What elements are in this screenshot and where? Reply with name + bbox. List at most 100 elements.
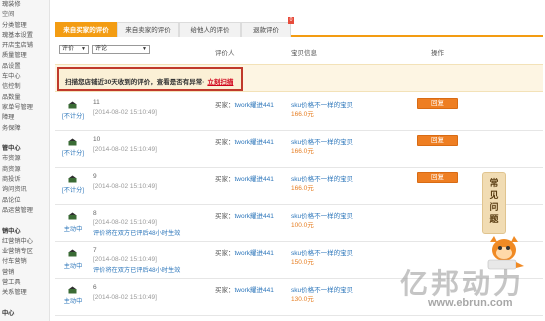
sidebar-item[interactable]: 关系管理 xyxy=(0,288,49,298)
sidebar-section-heading: 管中心 xyxy=(2,145,21,153)
buyer-name-link[interactable]: twork耀进441 xyxy=(235,139,274,146)
sidebar-item[interactable]: 市资源 xyxy=(0,154,49,164)
item-price: 130.0元 xyxy=(291,296,314,303)
sidebar-item[interactable]: 务保障 xyxy=(0,124,49,134)
rating-icon xyxy=(68,249,77,257)
rating-status: [不计分] xyxy=(61,113,84,120)
column-header-item: 宝贝信息 xyxy=(291,50,317,57)
sidebar-item[interactable]: 质量管理 xyxy=(0,51,49,61)
review-content: 6 xyxy=(93,284,97,291)
table-row: 主动中 8 [2014-08-02 15:10:49] 评价将在双方已评后48小时生效… xyxy=(55,207,543,242)
review-content: 7 xyxy=(93,247,97,254)
sidebar-item[interactable]: 信控制 xyxy=(0,82,49,92)
buyer-info: 买家：twork耀进441 xyxy=(215,284,274,294)
rating-status: [不计分] xyxy=(61,187,84,194)
sidebar-item[interactable]: 瑰基本设置 xyxy=(0,31,49,41)
scan-now-link[interactable]: 立刻扫描 xyxy=(207,79,233,86)
sidebar-item[interactable]: 业营销专区 xyxy=(0,247,49,257)
notice-message: 扫描您店铺近30天收到的评价，查看是否有异常· xyxy=(65,79,205,86)
effective-notice: 评价将在双方已评后48小时生效 xyxy=(93,230,181,237)
rating-icon xyxy=(68,138,77,146)
effective-notice: 评价将在双方已评后48小时生效 xyxy=(93,267,181,274)
comment-filter-select[interactable]: 评论 ▼ xyxy=(92,45,150,54)
sidebar-item[interactable] xyxy=(0,216,49,226)
buyer-info: 买家：twork耀进441 xyxy=(215,136,274,146)
item-price: 166.0元 xyxy=(291,148,314,155)
notice-text: 扫描您店铺近30天收到的评价，查看是否有异常· 立刻扫描 xyxy=(65,76,233,86)
left-sidebar: 瑰装修 空间 分类管理 瑰基本设置 开店宝店铺 质量管理 品设置 车中心 信控制 品数量 家单号管理… xyxy=(0,0,50,321)
chevron-down-icon: ▼ xyxy=(81,46,86,52)
tab-from-sellers[interactable]: 来自卖家的评价 xyxy=(117,22,179,37)
rating-status: 主动中 xyxy=(63,263,83,270)
sidebar-item[interactable]: 品数量 xyxy=(0,93,49,103)
tab-label: 来自卖家的评价 xyxy=(125,27,171,34)
review-content: 8 xyxy=(93,210,97,217)
sidebar-item[interactable]: 营工具 xyxy=(0,278,49,288)
buyer-info: 买家：twork耀进441 xyxy=(215,173,274,183)
sidebar-item[interactable]: 询问资讯 xyxy=(0,185,49,195)
sidebar-item[interactable]: 营销 xyxy=(0,268,49,278)
sidebar-item[interactable]: 分类管理 xyxy=(0,21,49,31)
reply-button[interactable]: 回复 xyxy=(417,98,458,109)
review-date: [2014-08-02 15:10:49] xyxy=(93,256,157,263)
buyer-name-link[interactable]: twork耀进441 xyxy=(235,213,274,220)
tab-given-to-others[interactable]: 给他人的评价 xyxy=(179,22,241,37)
buyer-info: 买家：twork耀进441 xyxy=(215,210,274,220)
sidebar-item[interactable]: 商投诉 xyxy=(0,175,49,185)
select-value: 评论 xyxy=(95,46,108,52)
sidebar-item[interactable]: 商资源 xyxy=(0,165,49,175)
tab-from-buyers[interactable]: 来自买家的评价 xyxy=(55,22,117,37)
reply-button[interactable]: 回复 xyxy=(417,172,458,183)
watermark-logo: 亿邦动力 xyxy=(400,268,525,299)
select-value: 评价 xyxy=(62,46,75,52)
rating-icon xyxy=(68,212,77,220)
sidebar-section-heading: 销中心 xyxy=(2,227,21,235)
review-content: 9 xyxy=(93,173,97,180)
sidebar-item[interactable] xyxy=(0,299,49,309)
sidebar-item[interactable]: 瑰装修 xyxy=(0,0,49,10)
sidebar-item[interactable]: 家单号管理 xyxy=(0,103,49,113)
buyer-label: 买家： xyxy=(215,139,235,146)
item-price: 150.0元 xyxy=(291,259,314,266)
sidebar-item[interactable]: 障理 xyxy=(0,113,49,123)
buyer-info: 买家：twork耀进441 xyxy=(215,99,274,109)
sidebar-item[interactable]: 空间 xyxy=(0,10,49,20)
faq-label: 常见问题 xyxy=(489,178,499,224)
buyer-label: 买家： xyxy=(215,250,235,257)
table-row: [不计分] 9 [2014-08-02 15:10:49] 买家：twork耀进441… xyxy=(55,170,543,205)
rating-status: 主动中 xyxy=(63,298,83,305)
tab-label: 给他人的评价 xyxy=(190,27,230,34)
review-date: [2014-08-02 15:10:49] xyxy=(93,183,157,190)
item-price: 100.0元 xyxy=(291,222,314,229)
rating-status: [不计分] xyxy=(61,150,84,157)
sidebar-item[interactable]: 品论位 xyxy=(0,196,49,206)
table-row: [不计分] 10 [2014-08-02 15:10:49] 买家：twork耀进44… xyxy=(55,133,543,168)
sidebar-item[interactable]: 品运营管理 xyxy=(0,206,49,216)
sidebar-item[interactable] xyxy=(0,134,49,144)
faq-float-button[interactable]: 常见问题 xyxy=(482,172,506,234)
tab-refund-reviews[interactable]: 退款评价 0 xyxy=(241,17,294,37)
buyer-name-link[interactable]: twork耀进441 xyxy=(235,102,274,109)
review-date: [2014-08-02 15:10:49] xyxy=(93,294,157,301)
buyer-name-link[interactable]: twork耀进441 xyxy=(235,250,274,257)
sidebar-item[interactable]: 付车营销 xyxy=(0,257,49,267)
buyer-label: 买家： xyxy=(215,213,235,220)
count-badge: 0 xyxy=(288,17,294,24)
review-content: 11 xyxy=(93,99,100,106)
highlight-box: 扫描您店铺近30天收到的评价，查看是否有异常· 立刻扫描 xyxy=(57,67,243,91)
sidebar-item[interactable]: 红营销中心 xyxy=(0,237,49,247)
buyer-name-link[interactable]: twork耀进441 xyxy=(235,176,274,183)
watermark-url: www.ebrun.com xyxy=(428,297,513,309)
sidebar-item[interactable]: 品设置 xyxy=(0,62,49,72)
scan-notice-bar: 扫描您店铺近30天收到的评价，查看是否有异常· 立刻扫描 xyxy=(55,64,543,92)
rating-filter-select[interactable]: 评价 ▼ xyxy=(59,45,89,54)
rating-icon xyxy=(68,101,77,109)
chevron-down-icon: ▼ xyxy=(142,46,147,52)
sidebar-item[interactable]: 车中心 xyxy=(0,72,49,82)
buyer-info: 买家：twork耀进441 xyxy=(215,247,274,257)
buyer-name-link[interactable]: twork耀进441 xyxy=(235,287,274,294)
sidebar-item[interactable]: 开店宝店铺 xyxy=(0,41,49,51)
review-content: 10 xyxy=(93,136,101,143)
reply-button[interactable]: 回复 xyxy=(417,135,458,146)
sidebar-section-heading: 中心 xyxy=(2,309,15,317)
